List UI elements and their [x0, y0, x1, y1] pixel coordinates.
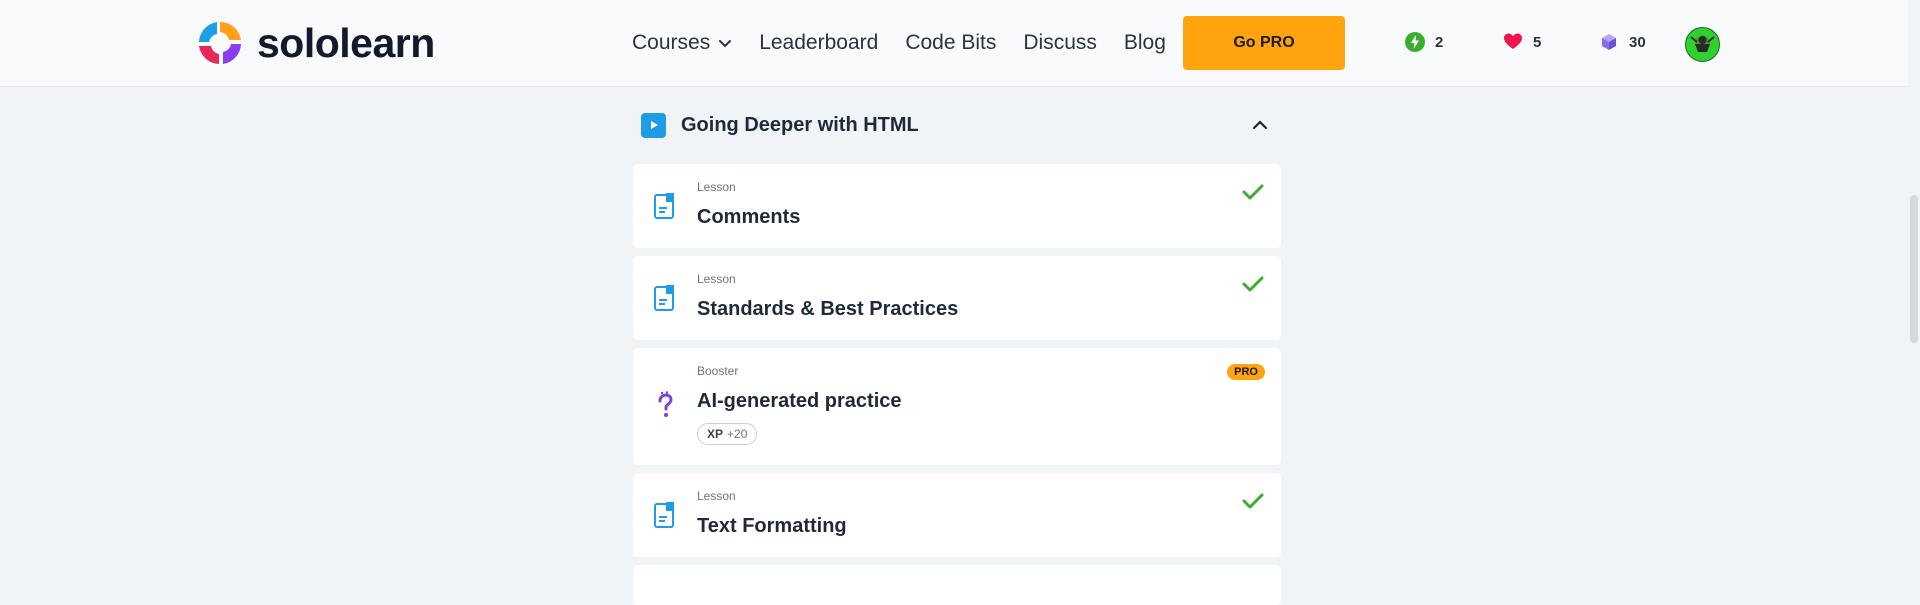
check-icon [1242, 184, 1264, 200]
heart-icon [1504, 33, 1522, 49]
item-type-label: Lesson [697, 180, 736, 194]
module-title: Going Deeper with HTML [681, 113, 919, 136]
top-navbar: sololearn Courses Leaderboard Code Bits … [0, 0, 1920, 87]
item-title: Text Formatting [697, 515, 847, 537]
xp-reward-pill: XP +20 [697, 423, 758, 445]
check-icon [1242, 493, 1264, 509]
item-type-label: Lesson [697, 489, 736, 503]
chevron-down-icon [719, 40, 732, 48]
scrollbar-thumb[interactable] [1910, 195, 1918, 343]
lesson-icon [654, 502, 674, 528]
xp-value: +20 [727, 427, 748, 441]
user-avatar[interactable] [1685, 27, 1720, 62]
streak-counter[interactable]: 2 [1405, 32, 1443, 52]
play-icon [641, 112, 666, 138]
booster-card-ai-practice[interactable]: Booster PRO AI-generated practice XP +20 [633, 348, 1281, 465]
xp-label: XP [707, 427, 724, 441]
nav-courses[interactable]: Courses [632, 31, 732, 55]
chevron-up-icon[interactable] [1251, 116, 1269, 134]
hearts-count: 5 [1533, 33, 1542, 51]
sololearn-logo[interactable]: sololearn [195, 18, 435, 68]
page-scrollbar[interactable] [1908, 0, 1920, 584]
gems-counter[interactable]: 30 [1599, 32, 1646, 52]
lesson-icon [654, 285, 674, 311]
lesson-icon [654, 193, 674, 219]
nav-discuss[interactable]: Discuss [1023, 31, 1097, 55]
avatar-image [1690, 36, 1715, 52]
module-header[interactable]: Going Deeper with HTML [633, 86, 1281, 164]
sololearn-logo-icon [199, 21, 241, 64]
nav-courses-label: Courses [632, 31, 711, 54]
item-type-label: Lesson [697, 272, 736, 286]
item-title: AI-generated practice [697, 390, 902, 412]
hearts-counter[interactable]: 5 [1503, 32, 1541, 52]
nav-code-bits[interactable]: Code Bits [905, 31, 996, 55]
cube-icon [1602, 34, 1616, 50]
brand-name: sololearn [257, 19, 435, 66]
pro-badge: PRO [1227, 364, 1265, 380]
lesson-card-text-formatting[interactable]: Lesson Text Formatting [633, 473, 1281, 557]
lesson-card-next[interactable] [633, 565, 1281, 605]
check-icon [1242, 276, 1264, 292]
item-type-label: Booster [697, 364, 739, 378]
streak-count: 2 [1435, 33, 1444, 51]
lesson-card-standards[interactable]: Lesson Standards & Best Practices [633, 256, 1281, 340]
nav-blog[interactable]: Blog [1124, 31, 1166, 55]
nav-leaderboard[interactable]: Leaderboard [759, 31, 878, 55]
go-pro-button[interactable]: Go PRO [1183, 16, 1345, 70]
question-mark-icon [658, 391, 673, 417]
main-nav: Courses Leaderboard Code Bits Discuss Bl… [632, 0, 1166, 86]
lightning-icon [1405, 32, 1425, 52]
lesson-card-comments[interactable]: Lesson Comments [633, 164, 1281, 248]
gems-count: 30 [1629, 33, 1646, 51]
item-title: Standards & Best Practices [697, 298, 959, 320]
item-title: Comments [697, 206, 801, 228]
